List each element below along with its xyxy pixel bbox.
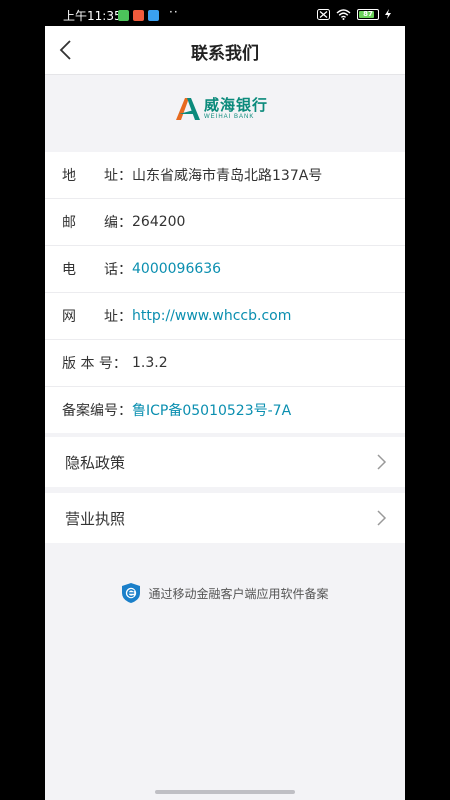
postcode-row: 邮 编： 264200 — [45, 199, 405, 246]
phone-row[interactable]: 电 话： 4000096636 — [45, 246, 405, 293]
version-label: 版 本 号： — [62, 356, 127, 372]
chevron-right-icon — [377, 510, 387, 526]
website-label: 网 址： — [62, 309, 132, 325]
bank-name-en: WEIHAI BANK — [204, 114, 255, 120]
version-row: 版 本 号： 1.3.2 — [45, 340, 405, 387]
sim-off-icon — [317, 8, 330, 20]
home-indicator[interactable] — [155, 790, 295, 794]
more-notifications-icon: ·· — [169, 5, 179, 19]
battery-level: 87 — [363, 9, 373, 18]
logo-band: 威海银行 WEIHAI BANK — [45, 75, 405, 150]
business-license-item[interactable]: 营业执照 — [45, 493, 405, 543]
privacy-policy-item[interactable]: 隐私政策 — [45, 437, 405, 487]
icp-label: 备案编号： — [62, 403, 132, 419]
address-value: 山东省威海市青岛北路137A号 — [132, 168, 323, 184]
business-license-label: 营业执照 — [65, 510, 126, 528]
bank-logo: 威海银行 WEIHAI BANK — [176, 97, 268, 121]
page-title: 联系我们 — [191, 44, 259, 64]
privacy-policy-label: 隐私政策 — [65, 454, 126, 472]
phone-label: 电 话： — [62, 262, 132, 278]
battery-icon: 87 — [357, 8, 379, 20]
weihai-bank-logo-icon — [176, 98, 200, 120]
nav-bar: 联系我们 — [45, 26, 405, 75]
footer: 通过移动金融客户端应用软件备案 — [45, 582, 405, 607]
shield-e-icon — [122, 583, 141, 603]
screen: 上午11:35 ·· 87 联系我们 威海银行 WEIHAI BANK 地 址：… — [45, 0, 405, 800]
postcode-label: 邮 编： — [62, 215, 132, 231]
wifi-icon — [336, 8, 351, 20]
postcode-value: 264200 — [132, 214, 186, 230]
website-row[interactable]: 网 址： http://www.whccb.com — [45, 293, 405, 340]
wechat-notification-icon — [118, 10, 129, 21]
status-time: 上午11:35 — [63, 9, 122, 23]
bank-name-cn: 威海银行 — [204, 96, 269, 114]
icp-row[interactable]: 备案编号： 鲁ICP备05010523号-7A — [45, 387, 405, 433]
address-label: 地 址： — [62, 168, 132, 184]
chevron-right-icon — [377, 454, 387, 470]
footer-text: 通过移动金融客户端应用软件备案 — [148, 586, 329, 601]
message-notification-icon — [148, 10, 159, 21]
version-value: 1.3.2 — [132, 355, 168, 371]
phone-link[interactable]: 4000096636 — [132, 261, 221, 277]
icp-link[interactable]: 鲁ICP备05010523号-7A — [132, 400, 291, 420]
contact-info: 地 址： 山东省威海市青岛北路137A号 邮 编： 264200 电 话： 40… — [45, 152, 405, 433]
website-link[interactable]: http://www.whccb.com — [132, 308, 291, 324]
status-bar: 上午11:35 ·· 87 — [45, 0, 405, 26]
app-notification-icon — [133, 10, 144, 21]
charging-icon — [385, 9, 391, 19]
address-row: 地 址： 山东省威海市青岛北路137A号 — [45, 152, 405, 199]
